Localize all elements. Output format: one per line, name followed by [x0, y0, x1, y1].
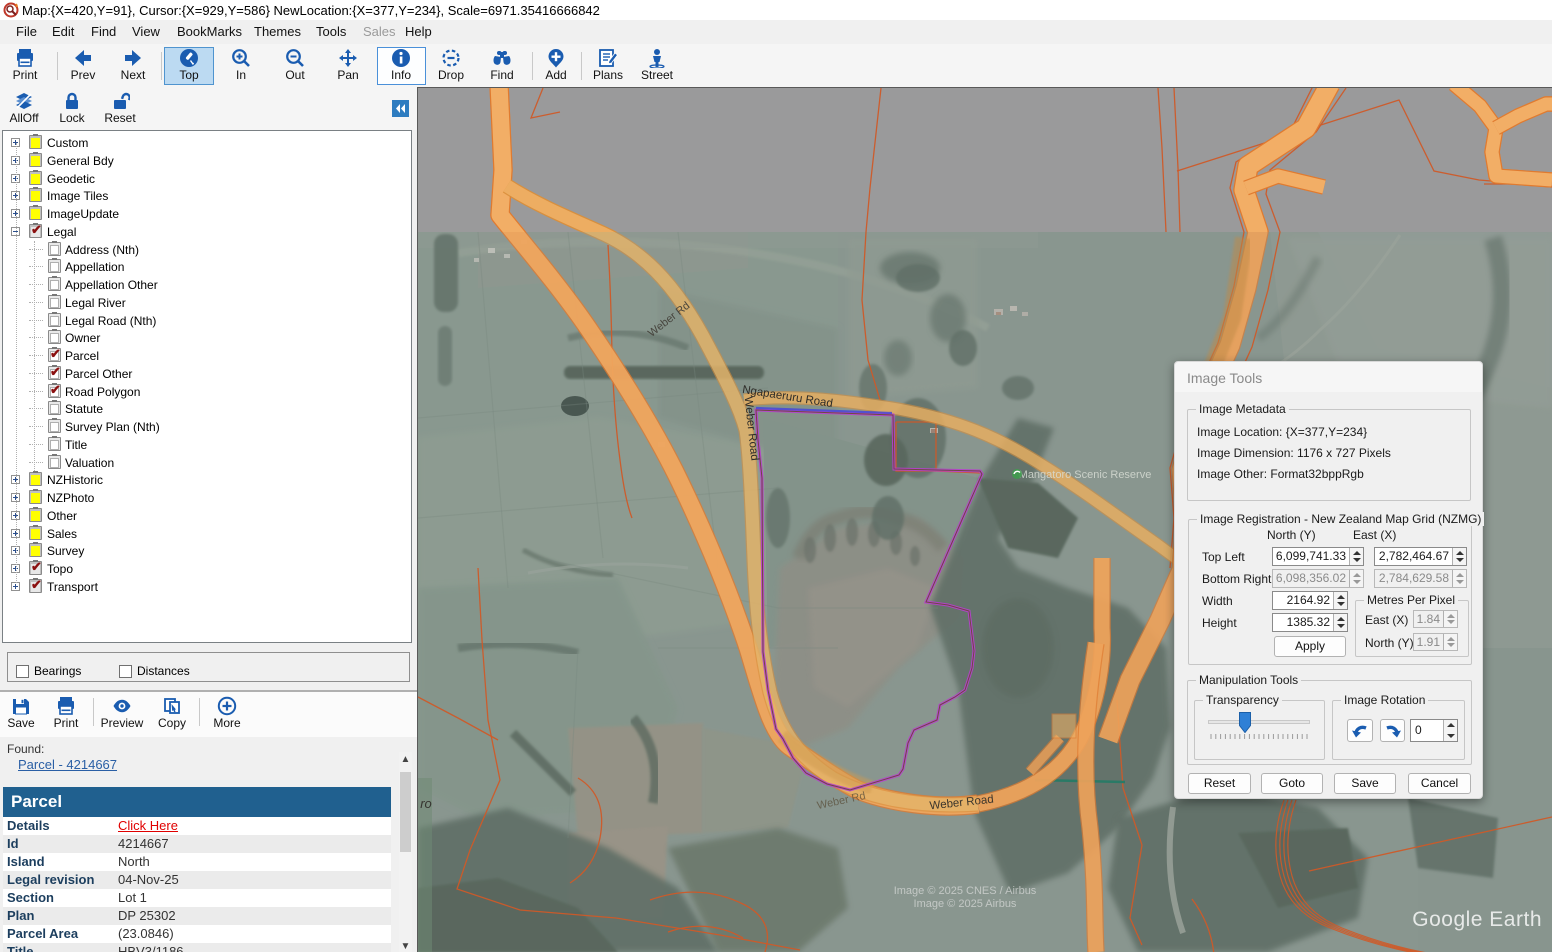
svg-text:Image © 2025 Airbus: Image © 2025 Airbus: [914, 898, 1017, 910]
svg-text:Image © 2025 CNES / Airbus: Image © 2025 CNES / Airbus: [894, 885, 1037, 897]
svg-text:Mangatoro Scenic Reserve: Mangatoro Scenic Reserve: [1019, 469, 1152, 481]
svg-text:Google Earth: Google Earth: [1412, 908, 1542, 931]
svg-text:ro: ro: [420, 796, 432, 811]
